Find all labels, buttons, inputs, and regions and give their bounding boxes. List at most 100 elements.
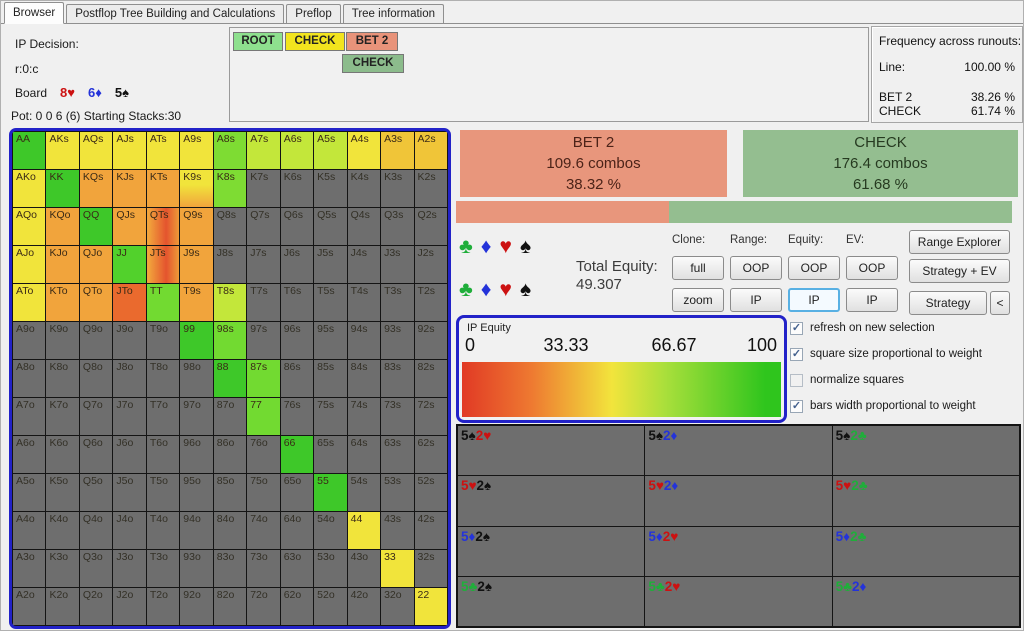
diamond-icon[interactable]: ♦ — [481, 278, 492, 302]
matrix-cell-97o[interactable]: 97o — [180, 398, 212, 435]
matrix-cell-98o[interactable]: 98o — [180, 360, 212, 397]
matrix-cell-84s[interactable]: 84s — [348, 360, 380, 397]
combo-cell-5-2[interactable]: 5♦2♠ — [458, 527, 644, 576]
matrix-cell-K3o[interactable]: K3o — [46, 550, 78, 587]
matrix-cell-92s[interactable]: 92s — [415, 322, 447, 359]
range-oop-button[interactable]: OOP — [730, 256, 782, 280]
matrix-cell-64o[interactable]: 64o — [281, 512, 313, 549]
matrix-cell-Q4o[interactable]: Q4o — [80, 512, 112, 549]
matrix-cell-ATo[interactable]: ATo — [13, 284, 45, 321]
matrix-cell-A3o[interactable]: A3o — [13, 550, 45, 587]
club-icon[interactable]: ♣ — [459, 278, 473, 302]
matrix-cell-86s[interactable]: 86s — [281, 360, 313, 397]
matrix-cell-J5o[interactable]: J5o — [113, 474, 145, 511]
matrix-cell-75s[interactable]: 75s — [314, 398, 346, 435]
matrix-cell-K4o[interactable]: K4o — [46, 512, 78, 549]
matrix-cell-32s[interactable]: 32s — [415, 550, 447, 587]
matrix-cell-J4o[interactable]: J4o — [113, 512, 145, 549]
matrix-cell-Q7o[interactable]: Q7o — [80, 398, 112, 435]
combo-cell-5-2[interactable]: 5♠2♥ — [458, 426, 644, 475]
tab-browser[interactable]: Browser — [4, 2, 64, 24]
matrix-cell-Q9o[interactable]: Q9o — [80, 322, 112, 359]
matrix-cell-76o[interactable]: 76o — [247, 436, 279, 473]
matrix-cell-Q7s[interactable]: Q7s — [247, 208, 279, 245]
matrix-cell-T2s[interactable]: T2s — [415, 284, 447, 321]
matrix-cell-64s[interactable]: 64s — [348, 436, 380, 473]
matrix-cell-62s[interactable]: 62s — [415, 436, 447, 473]
ev-oop-button[interactable]: OOP — [846, 256, 898, 280]
matrix-cell-AQo[interactable]: AQo — [13, 208, 45, 245]
matrix-cell-94o[interactable]: 94o — [180, 512, 212, 549]
option-refresh-on-new-selection[interactable]: ✓refresh on new selection — [790, 321, 982, 335]
matrix-cell-Q3s[interactable]: Q3s — [381, 208, 413, 245]
matrix-cell-KJo[interactable]: KJo — [46, 246, 78, 283]
matrix-cell-75o[interactable]: 75o — [247, 474, 279, 511]
matrix-cell-T7o[interactable]: T7o — [147, 398, 179, 435]
matrix-cell-A3s[interactable]: A3s — [381, 132, 413, 169]
matrix-cell-K9s[interactable]: K9s — [180, 170, 212, 207]
combo-cell-5-2[interactable]: 5♥2♦ — [645, 476, 831, 525]
matrix-cell-T8o[interactable]: T8o — [147, 360, 179, 397]
matrix-cell-Q2o[interactable]: Q2o — [80, 588, 112, 625]
matrix-cell-A5s[interactable]: A5s — [314, 132, 346, 169]
checkbox-refresh-on-new-selection[interactable]: ✓ — [790, 322, 803, 335]
matrix-cell-Q3o[interactable]: Q3o — [80, 550, 112, 587]
matrix-cell-K6o[interactable]: K6o — [46, 436, 78, 473]
spade-icon[interactable]: ♠ — [520, 278, 531, 302]
matrix-cell-K5s[interactable]: K5s — [314, 170, 346, 207]
matrix-cell-K3s[interactable]: K3s — [381, 170, 413, 207]
checkbox-bars-width-proportional-to-weight[interactable]: ✓ — [790, 400, 803, 413]
matrix-cell-J4s[interactable]: J4s — [348, 246, 380, 283]
matrix-cell-J7s[interactable]: J7s — [247, 246, 279, 283]
clone-zoom-button[interactable]: zoom — [672, 288, 724, 312]
matrix-cell-KQo[interactable]: KQo — [46, 208, 78, 245]
strategy-button[interactable]: Strategy — [909, 291, 987, 315]
tab-postflop-tree[interactable]: Postflop Tree Building and Calculations — [66, 4, 284, 23]
matrix-cell-T6s[interactable]: T6s — [281, 284, 313, 321]
matrix-cell-QJo[interactable]: QJo — [80, 246, 112, 283]
check-summary-box[interactable]: CHECK 176.4 combos 61.68 % — [743, 130, 1018, 197]
matrix-cell-T3o[interactable]: T3o — [147, 550, 179, 587]
matrix-cell-K4s[interactable]: K4s — [348, 170, 380, 207]
matrix-cell-96o[interactable]: 96o — [180, 436, 212, 473]
matrix-cell-JJ[interactable]: JJ — [113, 246, 145, 283]
combo-cell-5-2[interactable]: 5♠2♦ — [645, 426, 831, 475]
matrix-cell-KTs[interactable]: KTs — [147, 170, 179, 207]
matrix-cell-A9s[interactable]: A9s — [180, 132, 212, 169]
matrix-cell-93o[interactable]: 93o — [180, 550, 212, 587]
matrix-cell-J2o[interactable]: J2o — [113, 588, 145, 625]
matrix-cell-A2o[interactable]: A2o — [13, 588, 45, 625]
matrix-cell-77[interactable]: 77 — [247, 398, 279, 435]
matrix-cell-55[interactable]: 55 — [314, 474, 346, 511]
equity-oop-button[interactable]: OOP — [788, 256, 840, 280]
matrix-cell-Q5s[interactable]: Q5s — [314, 208, 346, 245]
tree-node-check[interactable]: CHECK — [285, 32, 345, 51]
club-icon[interactable]: ♣ — [459, 235, 473, 259]
matrix-cell-AA[interactable]: AA — [13, 132, 45, 169]
matrix-cell-K5o[interactable]: K5o — [46, 474, 78, 511]
matrix-cell-K9o[interactable]: K9o — [46, 322, 78, 359]
matrix-cell-63o[interactable]: 63o — [281, 550, 313, 587]
matrix-cell-KTo[interactable]: KTo — [46, 284, 78, 321]
tree-node-bet2[interactable]: BET 2 — [346, 32, 398, 51]
matrix-cell-J3o[interactable]: J3o — [113, 550, 145, 587]
combo-cell-5-2[interactable]: 5♦2♣ — [833, 527, 1019, 576]
matrix-cell-42o[interactable]: 42o — [348, 588, 380, 625]
diamond-icon[interactable]: ♦ — [481, 235, 492, 259]
matrix-cell-63s[interactable]: 63s — [381, 436, 413, 473]
matrix-cell-J9o[interactable]: J9o — [113, 322, 145, 359]
matrix-cell-85o[interactable]: 85o — [214, 474, 246, 511]
matrix-cell-AKo[interactable]: AKo — [13, 170, 45, 207]
matrix-cell-T2o[interactable]: T2o — [147, 588, 179, 625]
matrix-cell-99[interactable]: 99 — [180, 322, 212, 359]
matrix-cell-A6o[interactable]: A6o — [13, 436, 45, 473]
matrix-cell-QTs[interactable]: QTs — [147, 208, 179, 245]
matrix-cell-92o[interactable]: 92o — [180, 588, 212, 625]
matrix-cell-T8s[interactable]: T8s — [214, 284, 246, 321]
matrix-cell-Q4s[interactable]: Q4s — [348, 208, 380, 245]
matrix-cell-K2s[interactable]: K2s — [415, 170, 447, 207]
matrix-cell-A5o[interactable]: A5o — [13, 474, 45, 511]
matrix-cell-A4s[interactable]: A4s — [348, 132, 380, 169]
matrix-cell-K8s[interactable]: K8s — [214, 170, 246, 207]
matrix-cell-K7s[interactable]: K7s — [247, 170, 279, 207]
